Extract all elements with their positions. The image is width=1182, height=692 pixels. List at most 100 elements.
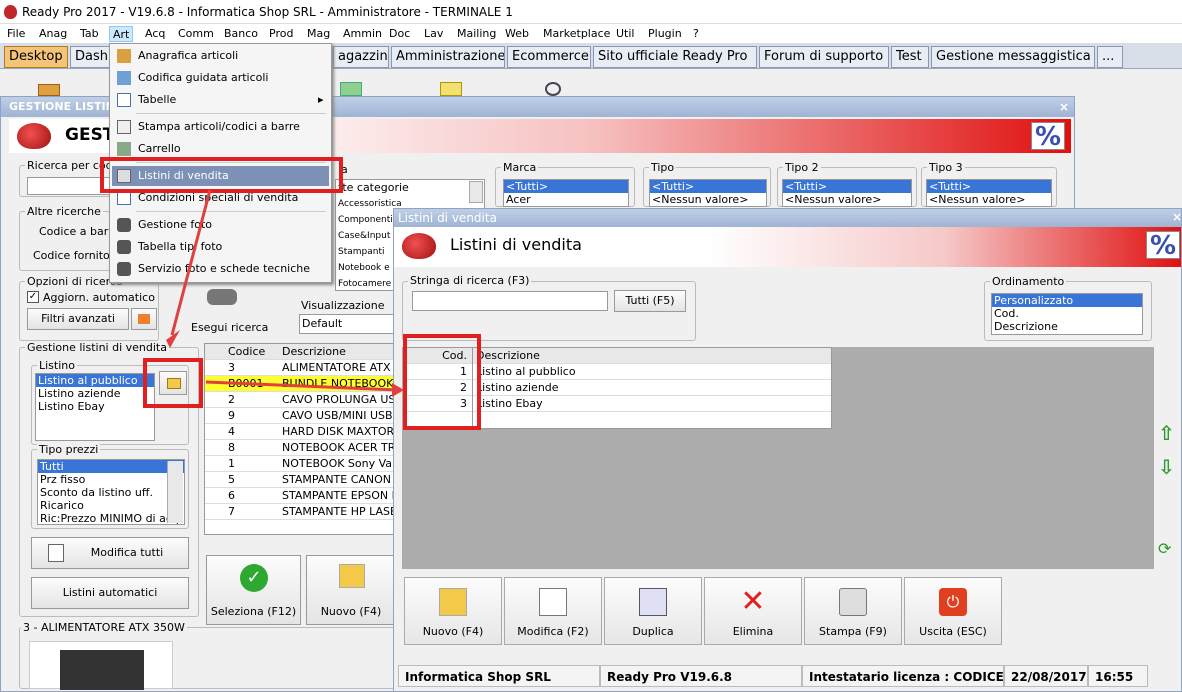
tab-ecommerce[interactable]: Ecommerce bbox=[507, 46, 591, 68]
tipo-prezzi-item[interactable]: Tutti bbox=[38, 460, 184, 473]
filtri-arrow-button[interactable] bbox=[131, 308, 157, 330]
tipo2-item[interactable]: <Tutti> bbox=[783, 180, 911, 193]
menu-util[interactable]: Util bbox=[613, 26, 637, 42]
menu-lav[interactable]: Lav bbox=[421, 26, 446, 42]
menu-prod[interactable]: Prod bbox=[266, 26, 296, 42]
menu-acq[interactable]: Acq bbox=[142, 26, 168, 42]
listino-item[interactable]: Listino al pubblico bbox=[36, 374, 154, 387]
tipo-prezzi-item[interactable]: Sconto da listino uff. bbox=[38, 486, 184, 499]
codice-fornitore-button[interactable]: Codice fornitore bbox=[33, 249, 121, 262]
menu-art[interactable]: Art bbox=[109, 26, 134, 42]
menu-tab[interactable]: Tab bbox=[77, 26, 102, 42]
cart-icon bbox=[117, 142, 131, 156]
nuovo-button[interactable]: Nuovo (F4) bbox=[404, 577, 502, 645]
codice-barre-button[interactable]: Codice a barre bbox=[39, 225, 119, 238]
table-row[interactable]: 7 STAMPANTE HP LASERJ bbox=[205, 504, 397, 520]
desktop-note-icon[interactable] bbox=[440, 82, 462, 96]
ordinamento-item[interactable]: Cod. bbox=[992, 307, 1142, 320]
ordinamento-list[interactable]: Personalizzato Cod. Descrizione bbox=[991, 293, 1143, 335]
col-descr[interactable]: Descrizione bbox=[473, 348, 831, 364]
modifica-tutti-button[interactable]: Modifica tutti bbox=[31, 537, 189, 569]
ordinamento-item[interactable]: Personalizzato bbox=[992, 294, 1142, 307]
close-icon[interactable]: × bbox=[1059, 100, 1069, 114]
stringa-input[interactable] bbox=[412, 291, 608, 311]
move-down-icon[interactable]: ⇩ bbox=[1158, 455, 1180, 481]
tipo-prezzi-item[interactable]: Ricarico bbox=[38, 499, 184, 512]
filtri-avanzati-button[interactable]: Filtri avanzati bbox=[27, 308, 129, 330]
tab-forum[interactable]: Forum di supporto bbox=[759, 46, 889, 68]
table-row[interactable]: 9 CAVO USB/MINI USB bbox=[205, 408, 395, 424]
tipo3-list[interactable]: <Tutti> <Nessun valore> bbox=[926, 179, 1052, 207]
tab-messaggistica[interactable]: Gestione messaggistica bbox=[931, 46, 1095, 68]
tab-sito-ufficiale[interactable]: Sito ufficiale Ready Pro bbox=[593, 46, 757, 68]
menu-carrello[interactable]: Carrello bbox=[112, 139, 329, 159]
elimina-button[interactable]: ✕ Elimina bbox=[704, 577, 802, 645]
listini-automatici-button[interactable]: Listini automatici bbox=[31, 577, 189, 609]
tab-more[interactable]: ... bbox=[1097, 46, 1123, 68]
tab-amministrazione[interactable]: Amministrazione bbox=[391, 46, 505, 68]
box-icon bbox=[117, 49, 131, 63]
duplica-button[interactable]: Duplica bbox=[604, 577, 702, 645]
table-row[interactable]: 1NOTEBOOK Sony Vaio V bbox=[205, 456, 397, 472]
stampa-button[interactable]: Stampa (F9) bbox=[804, 577, 902, 645]
ordinamento-item[interactable]: Descrizione bbox=[992, 320, 1142, 333]
menu-help[interactable]: ? bbox=[690, 26, 702, 42]
listino-item[interactable]: Listino aziende bbox=[36, 387, 154, 400]
menu-comm[interactable]: Comm bbox=[175, 26, 217, 42]
move-up-icon[interactable]: ⇧ bbox=[1158, 421, 1180, 447]
menu-doc[interactable]: Doc bbox=[386, 26, 413, 42]
menu-mag[interactable]: Mag bbox=[304, 26, 333, 42]
menu-plugin[interactable]: Plugin bbox=[645, 26, 685, 42]
menu-marketplace[interactable]: Marketplace bbox=[540, 26, 613, 42]
tipo-prezzi-item[interactable]: Prz fisso bbox=[38, 473, 184, 486]
tipo-item[interactable]: <Nessun valore> bbox=[650, 193, 766, 206]
marca-item[interactable]: Acer bbox=[504, 193, 628, 206]
modifica-button[interactable]: Modifica (F2) bbox=[504, 577, 602, 645]
tipo2-list[interactable]: <Tutti> <Nessun valore> bbox=[782, 179, 912, 207]
menu-anagrafica-articoli[interactable]: Anagrafica articoli bbox=[112, 46, 329, 66]
table-row[interactable]: 4HARD DISK MAXTOR 16 bbox=[205, 424, 397, 440]
tab-desktop[interactable]: Desktop bbox=[4, 46, 68, 68]
uscita-button[interactable]: ⏻ Uscita (ESC) bbox=[904, 577, 1002, 645]
tipo2-item[interactable]: <Nessun valore> bbox=[783, 193, 911, 206]
nuovo-gestione-button[interactable]: Nuovo (F4) bbox=[306, 555, 396, 625]
menu-tabelle[interactable]: Tabelle ▸ bbox=[112, 90, 329, 110]
delete-x-icon: ✕ bbox=[740, 584, 766, 619]
tipo3-item[interactable]: <Tutti> bbox=[927, 180, 1051, 193]
listino-item[interactable]: Listino Ebay bbox=[36, 400, 154, 413]
marca-list[interactable]: <Tutti> Acer bbox=[503, 179, 629, 207]
tab-test[interactable]: Test bbox=[891, 46, 929, 68]
menu-codifica-guidata[interactable]: Codifica guidata articoli bbox=[112, 68, 329, 88]
tipo-item[interactable]: <Tutti> bbox=[650, 180, 766, 193]
listini-vendita-window: Listini di vendita × Listini di vendita … bbox=[393, 208, 1182, 692]
table-row[interactable]: 5 STAMPANTE CANON IP- bbox=[205, 472, 397, 488]
refresh-icon[interactable]: ⟳ bbox=[1158, 539, 1180, 565]
listino-list[interactable]: Listino al pubblico Listino aziende List… bbox=[35, 373, 155, 441]
listini-window-title: Listini di vendita bbox=[394, 209, 1181, 227]
table-row[interactable]: 6 STAMPANTE EPSON FX bbox=[205, 488, 397, 504]
desktop-clock-icon[interactable] bbox=[545, 82, 561, 96]
menu-anag[interactable]: Anag bbox=[36, 26, 70, 42]
tipo3-item[interactable]: <Nessun valore> bbox=[927, 193, 1051, 206]
desktop-sheet-icon[interactable] bbox=[340, 82, 362, 96]
menu-web[interactable]: Web bbox=[502, 26, 532, 42]
menu-stampa-articoli[interactable]: Stampa articoli/codici a barre bbox=[112, 117, 329, 137]
marca-item[interactable]: <Tutti> bbox=[504, 180, 628, 193]
tipo-list[interactable]: <Tutti> <Nessun valore> bbox=[649, 179, 767, 207]
categorie-scrollbar[interactable] bbox=[469, 181, 483, 203]
aggiorn-checkbox[interactable]: ✓ bbox=[27, 291, 39, 303]
menu-file[interactable]: File bbox=[4, 26, 28, 42]
tab-dashboard[interactable]: Dash bbox=[70, 46, 110, 68]
close-icon[interactable]: × bbox=[1172, 210, 1182, 224]
tipo-prezzi-item[interactable]: Ric:Prezzo MINIMO di acq bbox=[38, 512, 184, 524]
tipo-prezzi-scrollbar[interactable] bbox=[167, 461, 183, 523]
tutti-button[interactable]: Tutti (F5) bbox=[614, 290, 686, 312]
menu-ammin[interactable]: Ammin bbox=[340, 26, 385, 42]
desktop-folder-icon[interactable] bbox=[38, 84, 60, 96]
seleziona-button[interactable]: ✓ Seleziona (F12) bbox=[206, 555, 301, 625]
menu-mailing[interactable]: Mailing bbox=[454, 26, 499, 42]
menu-banco[interactable]: Banco bbox=[221, 26, 261, 42]
table-row[interactable]: 8 NOTEBOOK ACER TRAV bbox=[205, 440, 397, 456]
tab-magazzino[interactable]: agazzino bbox=[333, 46, 389, 68]
tipo-prezzi-list[interactable]: Tutti Prz fisso Sconto da listino uff. R… bbox=[37, 459, 185, 525]
